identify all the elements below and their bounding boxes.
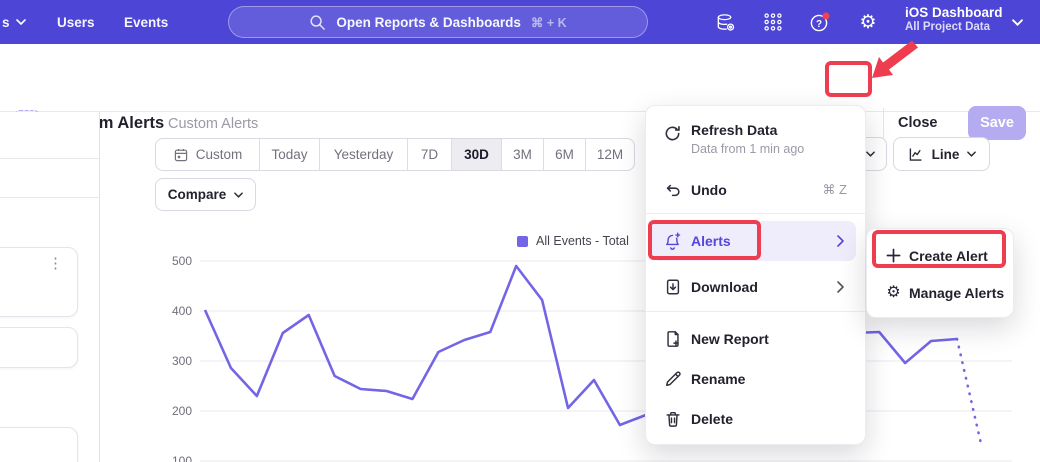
close-button[interactable]: Close xyxy=(898,106,938,140)
data-management-icon[interactable] xyxy=(708,0,742,44)
top-nav: s Users Events Open Reports & Dashboards… xyxy=(0,0,1040,44)
range-today[interactable]: Today xyxy=(260,139,320,170)
settings-gear-icon[interactable]: ⚙ xyxy=(851,0,885,44)
chevron-down-icon xyxy=(234,192,243,198)
svg-text:100: 100 xyxy=(172,454,192,462)
chevron-down-icon xyxy=(16,19,26,25)
menu-divider xyxy=(646,213,865,214)
alerts-submenu: Create Alert ⚙ Manage Alerts xyxy=(866,228,1014,318)
search-shortcut: ⌘ + K xyxy=(531,15,567,30)
refresh-data-subtitle: Data from 1 min ago xyxy=(691,142,804,156)
range-yesterday[interactable]: Yesterday xyxy=(320,139,408,170)
project-scope: All Project Data xyxy=(905,21,1003,33)
line-chart-icon xyxy=(907,146,924,163)
sidebar-divider xyxy=(0,158,99,159)
pencil-icon xyxy=(663,370,682,389)
submenu-chevron-right-icon xyxy=(837,235,844,247)
plus-icon xyxy=(885,247,902,264)
project-chevron-down-icon[interactable] xyxy=(1012,19,1023,26)
download-icon xyxy=(663,278,682,297)
calendar-icon xyxy=(173,147,189,163)
header-divider xyxy=(883,108,884,138)
left-sidebar: ⋮ xyxy=(0,112,100,462)
menu-divider xyxy=(646,311,865,312)
menu-item-delete[interactable]: Delete xyxy=(646,399,865,439)
chevron-down-icon xyxy=(866,151,875,157)
compare-button[interactable]: Compare xyxy=(155,178,256,211)
apps-grid-icon[interactable] xyxy=(756,0,790,44)
range-custom[interactable]: Custom xyxy=(156,139,260,170)
help-icon[interactable]: ? xyxy=(803,0,837,44)
menu-item-new-report[interactable]: New Report xyxy=(646,319,865,359)
legend-swatch-icon xyxy=(517,236,528,247)
undo-icon xyxy=(663,181,682,200)
nav-item-users[interactable]: Users xyxy=(57,0,95,44)
date-range-segmented-control: Custom Today Yesterday 7D 30D 3M 6M 12M xyxy=(155,138,635,171)
menu-item-rename[interactable]: Rename xyxy=(646,359,865,399)
submenu-item-create-alert[interactable]: Create Alert xyxy=(867,237,1013,274)
svg-text:300: 300 xyxy=(172,354,192,368)
notification-dot xyxy=(822,12,829,19)
chart-legend[interactable]: All Events - Total xyxy=(517,234,629,248)
chart-type-dropdown[interactable]: Line xyxy=(893,137,990,171)
kebab-menu-icon[interactable]: ⋮ xyxy=(48,256,63,273)
refresh-icon xyxy=(663,124,682,143)
svg-text:400: 400 xyxy=(172,304,192,318)
svg-text:200: 200 xyxy=(172,404,192,418)
chevron-down-icon xyxy=(967,151,976,157)
range-30d-selected[interactable]: 30D xyxy=(452,139,502,170)
svg-text:?: ? xyxy=(816,19,822,30)
range-6m[interactable]: 6M xyxy=(544,139,586,170)
legend-label: All Events - Total xyxy=(536,234,629,248)
report-header: Custom Alerts Custom Alerts GV Duplicate… xyxy=(0,44,1040,112)
menu-item-undo[interactable]: Undo ⌘ Z xyxy=(646,170,865,210)
search-placeholder: Open Reports & Dashboards xyxy=(336,15,521,30)
menu-item-refresh-data[interactable]: Refresh Data Data from 1 min ago xyxy=(646,116,865,162)
nav-item-truncated[interactable]: s xyxy=(2,0,26,44)
sidebar-card[interactable] xyxy=(0,427,78,462)
sidebar-card[interactable] xyxy=(0,327,78,368)
global-search-input[interactable]: Open Reports & Dashboards ⌘ + K xyxy=(228,6,648,38)
menu-item-download[interactable]: Download xyxy=(646,267,865,307)
alert-bell-icon xyxy=(663,232,682,251)
range-7d[interactable]: 7D xyxy=(408,139,452,170)
nav-item-events[interactable]: Events xyxy=(124,0,168,44)
undo-shortcut: ⌘ Z xyxy=(822,182,847,198)
app-root: 500 400 300 200 100 All Events - Total s Use… xyxy=(0,0,1040,462)
trash-icon xyxy=(663,410,682,429)
gear-icon: ⚙ xyxy=(885,284,902,301)
breadcrumb: Custom Alerts xyxy=(168,116,258,132)
submenu-item-manage-alerts[interactable]: ⚙ Manage Alerts xyxy=(867,274,1013,311)
project-switcher[interactable]: iOS Dashboard All Project Data xyxy=(905,5,1003,33)
range-12m[interactable]: 12M xyxy=(586,139,634,170)
submenu-chevron-right-icon xyxy=(837,281,844,293)
svg-text:500: 500 xyxy=(172,254,192,268)
save-button[interactable]: Save xyxy=(968,106,1026,140)
overflow-menu: Refresh Data Data from 1 min ago Undo ⌘ … xyxy=(645,105,866,445)
range-3m[interactable]: 3M xyxy=(502,139,544,170)
sidebar-divider xyxy=(0,197,99,198)
menu-item-alerts[interactable]: Alerts xyxy=(652,221,856,261)
sidebar-card[interactable]: ⋮ xyxy=(0,247,78,317)
new-report-icon xyxy=(663,330,682,349)
project-name: iOS Dashboard xyxy=(905,5,1003,20)
search-icon xyxy=(309,14,326,31)
